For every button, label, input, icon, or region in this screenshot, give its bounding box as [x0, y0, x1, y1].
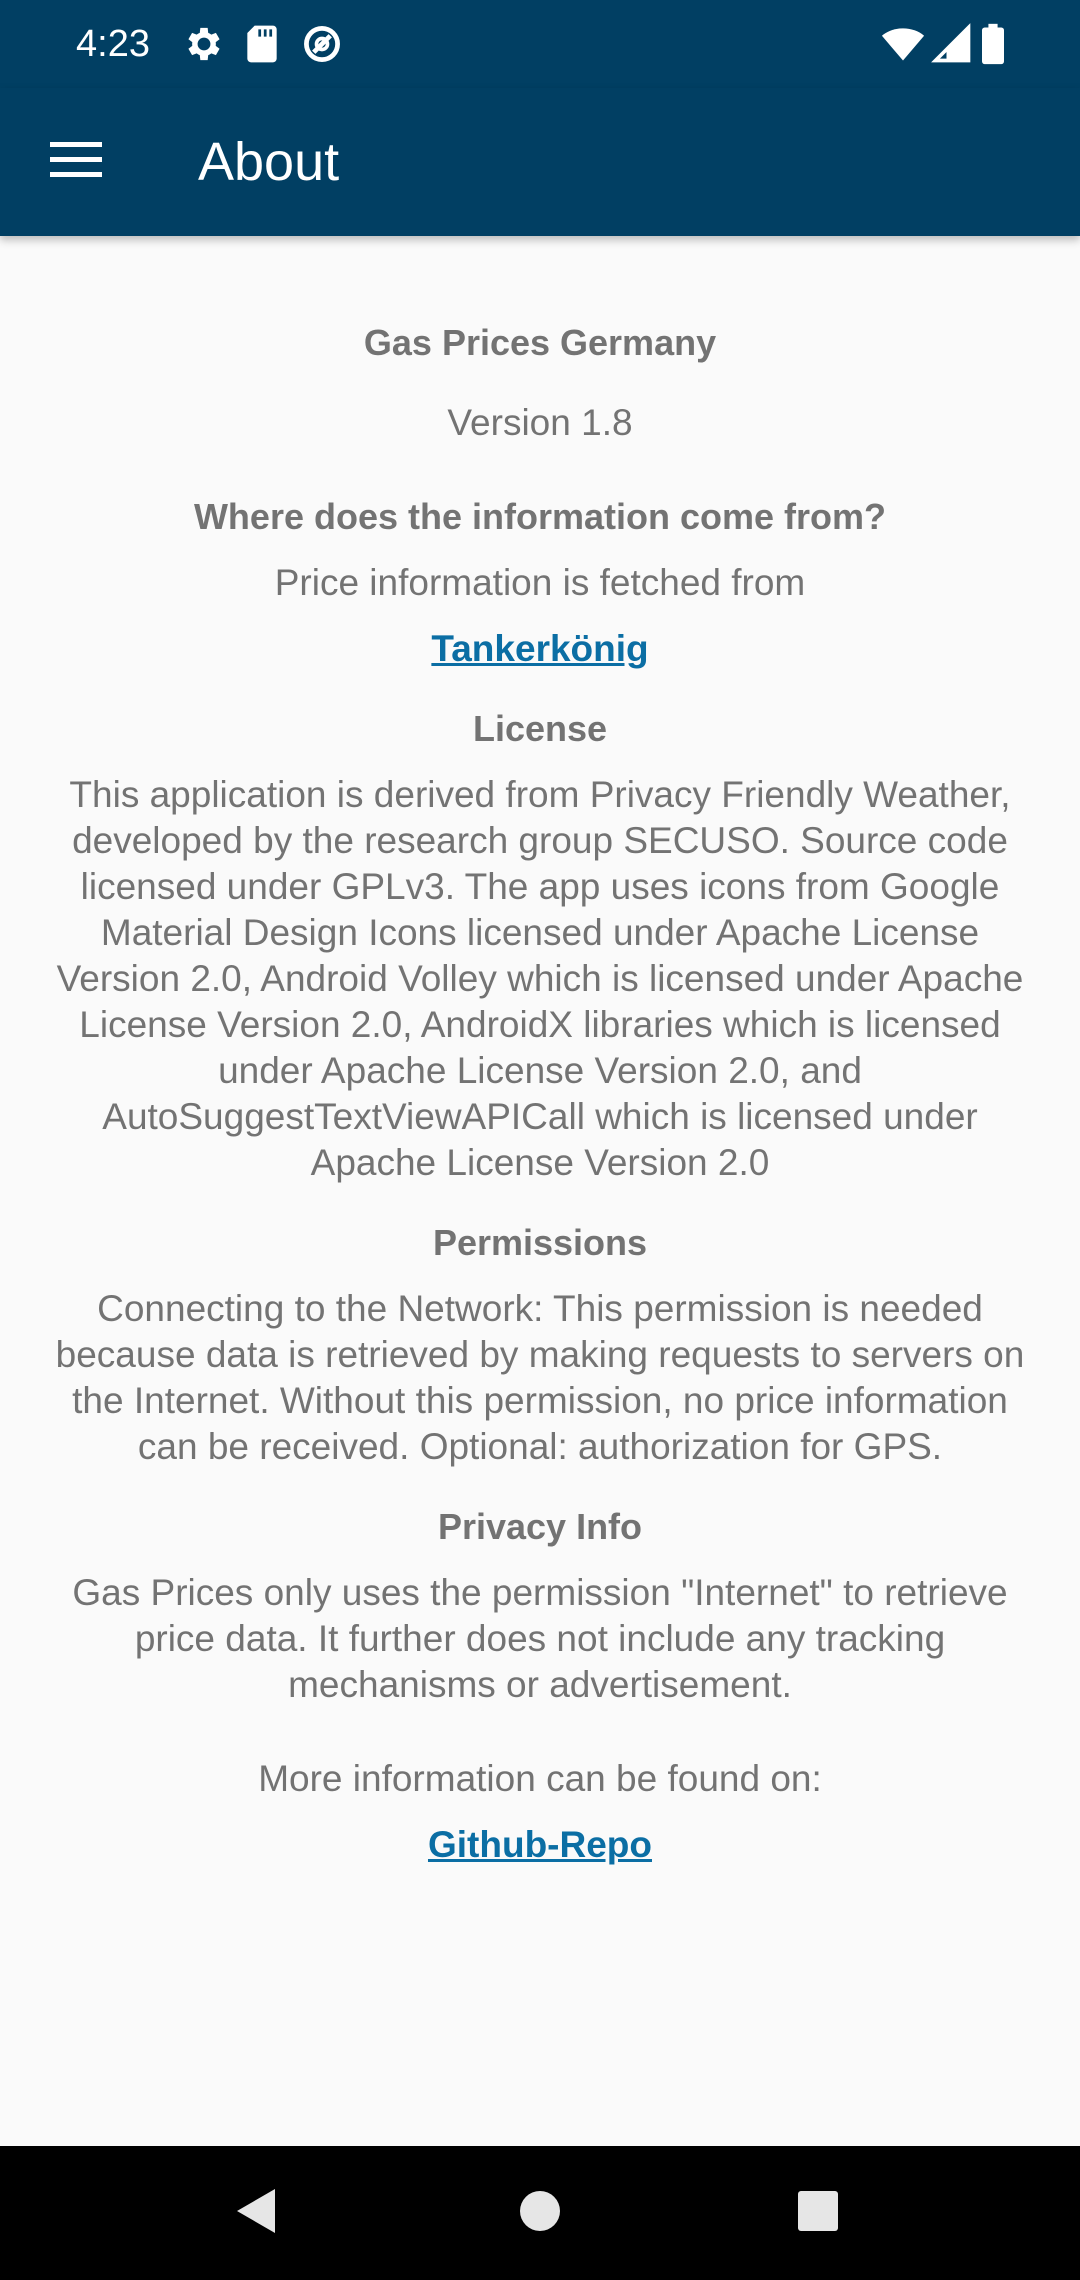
back-triangle-icon [235, 2187, 279, 2240]
source-heading: Where does the information come from? [193, 496, 887, 537]
cell-signal-icon [930, 22, 974, 66]
source-text: Price information is fetched from [274, 562, 806, 603]
privacy-heading: Privacy Info [437, 1506, 643, 1547]
tankerkoenig-link[interactable]: Tankerkönig [431, 628, 648, 669]
page-title: About [198, 132, 340, 192]
sd-card-icon [240, 22, 284, 66]
menu-button[interactable] [26, 118, 126, 206]
privacy-text: Gas Prices only uses the permission "Int… [72, 1572, 1008, 1705]
more-info-text: More information can be found on: [258, 1758, 822, 1799]
permissions-heading: Permissions [432, 1222, 648, 1263]
nav-home-button[interactable] [505, 2178, 575, 2248]
github-repo-link[interactable]: Github-Repo [428, 1824, 652, 1865]
license-text: This application is derived from Privacy… [56, 774, 1024, 1183]
status-bar: 4:23 [0, 0, 1080, 88]
nav-recents-button[interactable] [783, 2178, 853, 2248]
wifi-icon [880, 22, 926, 66]
status-time: 4:23 [76, 23, 150, 65]
about-content: Gas Prices Germany Version 1.8 Where doe… [0, 236, 1080, 2146]
license-heading: License [472, 708, 608, 749]
data-saver-icon [300, 22, 344, 66]
system-nav-bar [0, 2146, 1080, 2280]
hamburger-menu-icon [50, 140, 102, 185]
permissions-text: Connecting to the Network: This permissi… [55, 1288, 1025, 1467]
nav-back-button[interactable] [222, 2178, 292, 2248]
recents-square-icon [797, 2190, 839, 2237]
about-screen: 4:23 About Gas Prices Germany Version 1.… [0, 0, 1080, 2280]
app-name: Gas Prices Germany [363, 322, 717, 363]
app-bar: About [0, 88, 1080, 236]
battery-icon [978, 22, 1008, 66]
app-version: Version 1.8 [447, 402, 633, 443]
settings-gear-icon [182, 22, 226, 66]
home-circle-icon [518, 2189, 562, 2238]
